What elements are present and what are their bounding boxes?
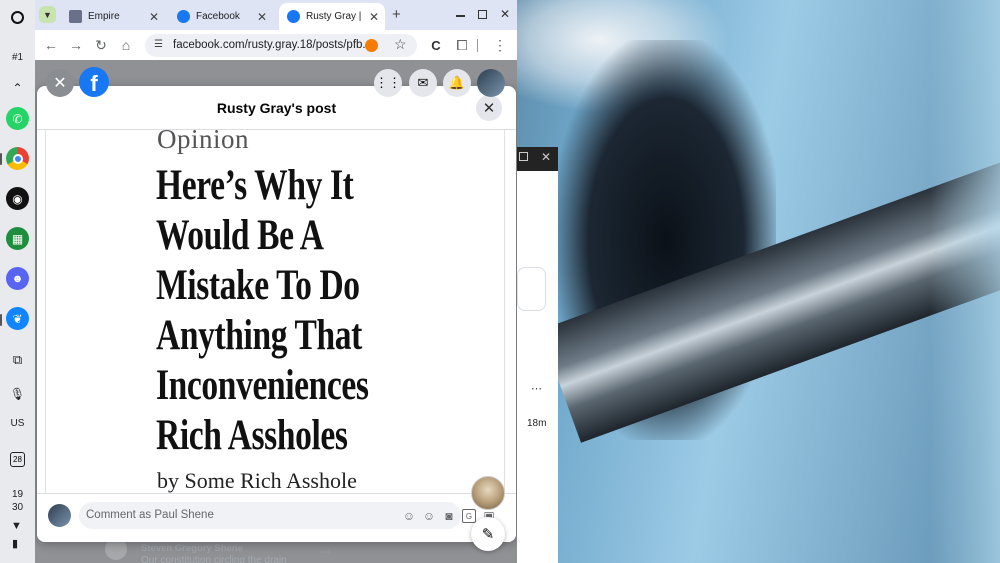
- home-icon[interactable]: ⌂: [118, 37, 134, 53]
- whatsapp-icon[interactable]: ✆: [4, 105, 31, 132]
- compose-message-icon[interactable]: ✎: [471, 517, 505, 551]
- avatar-sticker-icon[interactable]: ☺: [402, 509, 416, 523]
- podcast-icon[interactable]: ◉: [4, 185, 31, 212]
- extensions-puzzle-icon[interactable]: ⧠: [454, 37, 470, 53]
- chrome-icon[interactable]: [4, 145, 31, 172]
- background-window[interactable]: ✕ ⋯ 18m: [517, 147, 558, 563]
- active-app-indicator: [0, 314, 2, 326]
- maximize-icon[interactable]: [478, 10, 487, 19]
- account-avatar[interactable]: [477, 69, 505, 97]
- messenger-icon[interactable]: ✉: [409, 69, 437, 97]
- comment-placeholder: Comment as Paul Shene: [86, 509, 214, 521]
- tab-strip: ▼ Empire ✕ Facebook ✕ Rusty Gray | Fa ✕ …: [35, 0, 517, 30]
- microphone-icon[interactable]: 🎙: [4, 380, 31, 407]
- calendar-icon[interactable]: 28: [4, 446, 31, 473]
- battery-icon[interactable]: ▮: [12, 537, 18, 550]
- emoji-icon[interactable]: ☺: [422, 509, 436, 523]
- back-arrow-icon[interactable]: ←: [43, 37, 59, 53]
- media-play-icon[interactable]: [365, 39, 378, 52]
- more-options-icon[interactable]: ⋯: [531, 382, 542, 395]
- image-section-label: Opinion: [157, 130, 250, 154]
- facebook-favicon-icon: [287, 10, 300, 23]
- image-byline: by Some Rich Asshole: [157, 468, 357, 493]
- address-bar[interactable]: ☰ facebook.com/rusty.gray.18/posts/pfb..…: [145, 34, 417, 57]
- wallpaper-light: [930, 0, 1000, 563]
- background-comment-author: Steven Gregory Shene: [141, 543, 243, 554]
- reload-icon[interactable]: ↻: [93, 37, 109, 53]
- chat-head-avatar[interactable]: [471, 476, 505, 510]
- site-info-icon[interactable]: ☰: [154, 39, 163, 50]
- launcher-circle-icon[interactable]: [4, 4, 31, 31]
- menu-kebab-icon[interactable]: ⋮: [492, 37, 508, 53]
- system-clock[interactable]: 19 30: [0, 488, 35, 514]
- active-app-indicator: [0, 153, 2, 165]
- post-modal: Rusty Gray's post ✕ Opinion Here’s Why I…: [37, 86, 516, 542]
- avatar[interactable]: [48, 504, 71, 527]
- forward-arrow-icon[interactable]: →: [68, 37, 84, 53]
- browser-window: ▼ Empire ✕ Facebook ✕ Rusty Gray | Fa ✕ …: [35, 0, 517, 563]
- tab-facebook[interactable]: Facebook ✕: [169, 3, 273, 30]
- notifications-bell-icon[interactable]: 🔔: [443, 69, 471, 97]
- tab-rusty-gray[interactable]: Rusty Gray | Fa ✕: [279, 3, 385, 30]
- app-grid-icon[interactable]: ▦: [4, 225, 31, 252]
- browser-toolbar: ← → ↻ ⌂ ☰ facebook.com/rusty.gray.18/pos…: [35, 30, 517, 60]
- comment-timestamp: 18m: [527, 418, 547, 429]
- more-options-icon: ⋯: [320, 547, 330, 558]
- screen-capture-icon[interactable]: ⧉: [4, 346, 31, 373]
- camera-icon[interactable]: ◙: [442, 509, 456, 523]
- wifi-icon[interactable]: ▼: [11, 520, 22, 532]
- background-window-titlebar: ✕: [517, 147, 558, 171]
- facebook-logo-icon[interactable]: f: [79, 67, 109, 97]
- close-tab-icon[interactable]: ✕: [369, 10, 379, 24]
- discord-icon[interactable]: ☻: [4, 265, 31, 292]
- close-icon[interactable]: ✕: [541, 150, 551, 164]
- new-tab-button[interactable]: +: [392, 6, 401, 23]
- minimize-icon[interactable]: [456, 15, 465, 17]
- extension-c-icon[interactable]: C: [428, 37, 444, 53]
- empire-favicon-icon: [69, 10, 82, 23]
- modal-title: Rusty Gray's post: [216, 100, 337, 116]
- menu-grid-icon[interactable]: ⋮⋮: [374, 69, 402, 97]
- facebook-favicon-icon: [177, 10, 190, 23]
- tab-search-button[interactable]: ▼: [39, 6, 56, 23]
- close-tab-icon[interactable]: ✕: [257, 10, 267, 24]
- close-viewer-icon[interactable]: ✕: [46, 69, 74, 97]
- comment-composer: Comment as Paul Shene ☺ ☺ ◙ G ▣: [37, 493, 516, 542]
- desk-switcher[interactable]: #1: [4, 44, 31, 71]
- gif-icon[interactable]: G: [462, 509, 476, 523]
- comment-input[interactable]: Comment as Paul Shene ☺ ☺ ◙ G ▣: [79, 502, 495, 529]
- chevron-up-icon[interactable]: ⌃: [4, 74, 31, 101]
- close-tab-icon[interactable]: ✕: [149, 10, 159, 24]
- bluesky-icon[interactable]: ❦: [4, 305, 31, 332]
- close-icon[interactable]: ✕: [476, 95, 502, 121]
- close-window-icon[interactable]: ✕: [500, 7, 510, 21]
- keyboard-layout-indicator[interactable]: US: [4, 410, 31, 437]
- image-headline: Here’s Why It Would Be A Mistake To Do A…: [156, 162, 369, 459]
- address-bar-url: facebook.com/rusty.gray.18/posts/pfb...: [173, 39, 373, 51]
- os-shelf: #1 ⌃ ✆ ◉ ▦ ☻ ❦ ⧉ 🎙 US 28 19 30 ▼ ▮: [0, 0, 35, 563]
- bookmark-star-icon[interactable]: ☆: [394, 36, 407, 53]
- maximize-icon[interactable]: [519, 152, 528, 161]
- tab-empire[interactable]: Empire ✕: [61, 3, 165, 30]
- toolbar-separator: [477, 39, 478, 52]
- background-comment-text: Our constitution circling the drain: [141, 555, 287, 563]
- post-image[interactable]: Opinion Here’s Why It Would Be A Mistake…: [45, 130, 505, 493]
- chevron-down-icon: ▼: [43, 9, 52, 20]
